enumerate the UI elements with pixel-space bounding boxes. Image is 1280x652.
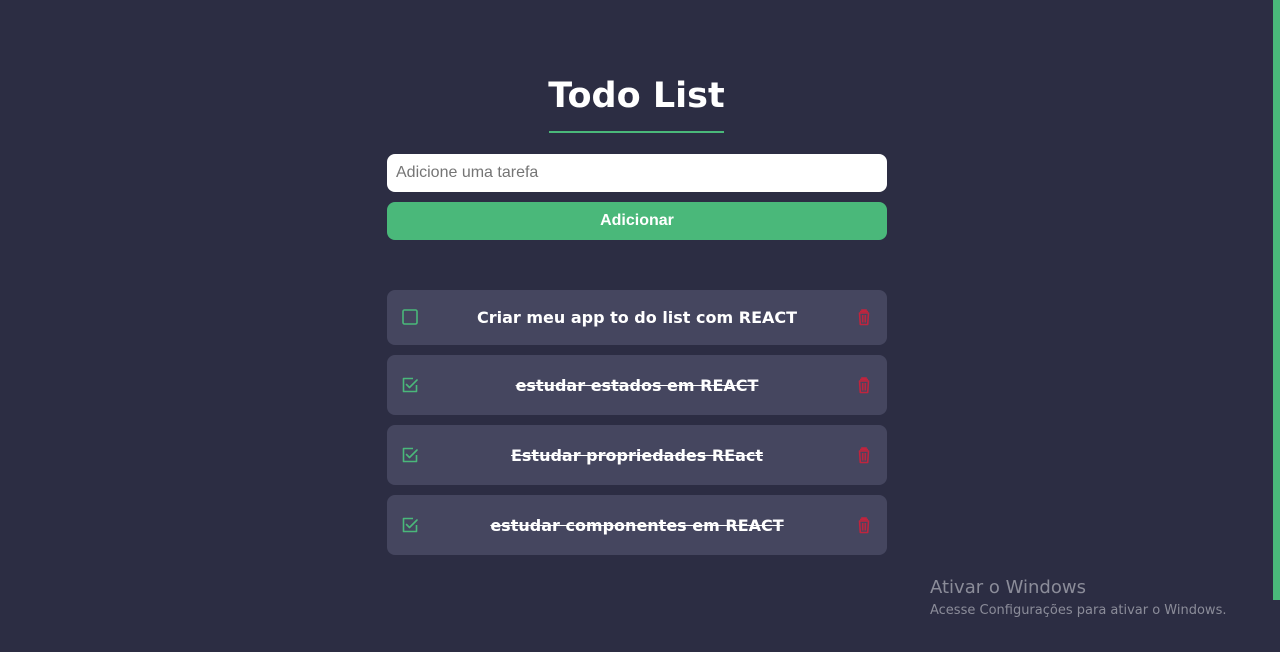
watermark-subtitle: Acesse Configurações para ativar o Windo… xyxy=(930,603,1227,618)
checkbox-checked-icon[interactable] xyxy=(401,446,419,464)
scrollbar[interactable] xyxy=(1273,0,1280,600)
todo-text: Criar meu app to do list com REACT xyxy=(476,308,798,327)
todo-item: estudar componentes em REACT xyxy=(387,495,887,555)
task-input[interactable] xyxy=(387,154,887,192)
checkbox-checked-icon[interactable] xyxy=(401,376,419,394)
windows-activation-watermark: Ativar o Windows Acesse Configurações pa… xyxy=(930,577,1226,621)
trash-icon[interactable] xyxy=(855,376,873,394)
square-icon[interactable] xyxy=(401,308,419,326)
todo-text: estudar estados em REACT xyxy=(515,375,759,395)
todo-item: Criar meu app to do list com REACT xyxy=(387,290,887,345)
page-title: Todo List xyxy=(548,76,725,116)
trash-icon[interactable] xyxy=(855,446,873,464)
title-underline xyxy=(549,131,724,133)
add-task-button[interactable]: Adicionar xyxy=(387,202,887,240)
todo-item: Estudar propriedades REact xyxy=(387,425,887,485)
todo-item: estudar estados em REACT xyxy=(387,355,887,415)
trash-icon[interactable] xyxy=(855,308,873,326)
todo-text: Estudar propriedades REact xyxy=(510,445,764,465)
todo-app: Todo List Adicionar Criar meu app to do … xyxy=(0,0,1280,652)
checkbox-checked-icon[interactable] xyxy=(401,516,419,534)
trash-icon[interactable] xyxy=(855,516,873,534)
watermark-title: Ativar o Windows xyxy=(930,577,1086,598)
todo-text: estudar componentes em REACT xyxy=(490,515,784,535)
